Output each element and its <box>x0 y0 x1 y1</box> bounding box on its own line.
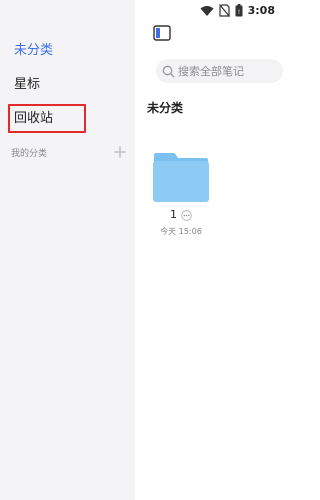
add-category-button[interactable] <box>110 142 130 162</box>
search-icon <box>162 64 176 78</box>
sidebar-toggle-icon <box>153 25 171 45</box>
svg-text:!: ! <box>237 9 239 16</box>
folder-item[interactable]: 1 今天 15:06 <box>151 152 211 242</box>
my-categories-label: 我的分类 <box>11 149 48 159</box>
status-time: 3:08 <box>247 4 275 17</box>
status-bar: ! 3:08 <box>0 0 281 22</box>
page-title: 未分类 <box>147 101 184 115</box>
folder-name-row: 1 <box>151 208 211 222</box>
sidebar-toggle-button[interactable] <box>150 25 174 45</box>
battery-icon: ! <box>235 2 243 21</box>
folder-name: 1 <box>170 208 177 221</box>
folder-icon <box>151 152 211 204</box>
wifi-icon <box>200 2 214 21</box>
search-bar[interactable] <box>156 59 283 83</box>
sidebar-item-starred[interactable]: 星标 <box>14 76 40 94</box>
folder-date: 今天 15:06 <box>160 227 202 236</box>
sidebar: 未分类 星标 回收站 我的分类 <box>0 0 135 500</box>
add-icon <box>114 143 126 162</box>
sidebar-item-uncategorized[interactable]: 未分类 <box>14 42 53 60</box>
search-input[interactable] <box>178 64 278 78</box>
sidebar-item-recycle-bin[interactable]: 回收站 <box>14 110 53 128</box>
more-icon[interactable] <box>181 209 192 221</box>
status-icons: ! 3:08 <box>200 3 275 19</box>
no-sim-icon <box>218 2 230 21</box>
